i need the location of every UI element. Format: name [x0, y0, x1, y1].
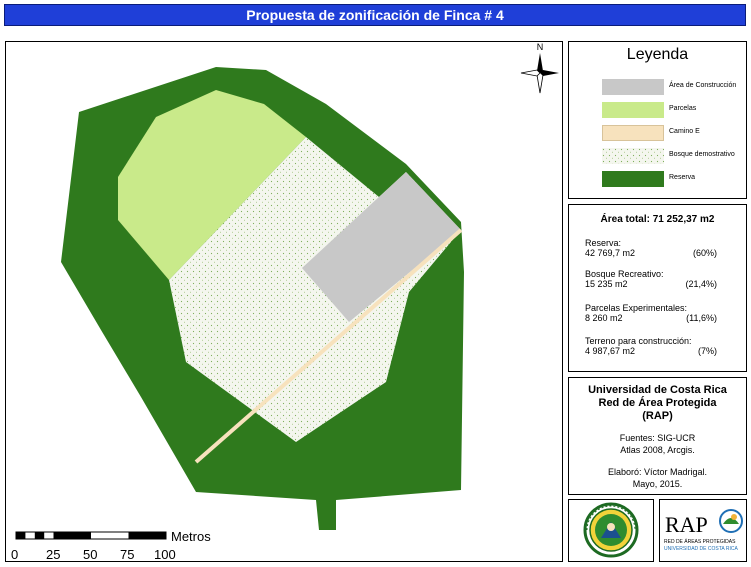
- legend-label: Bosque demostrativo: [669, 151, 735, 158]
- stat-value: 15 235 m2: [585, 279, 628, 289]
- scale-tick-75: 75: [120, 547, 135, 562]
- legend-item-parcels: Parcelas: [602, 102, 742, 118]
- scale-tick-25: 25: [46, 547, 61, 562]
- stat-pct: (60%): [692, 248, 717, 258]
- credits-panel: Universidad de Costa Rica Red de Área Pr…: [568, 377, 747, 495]
- credits-org: Universidad de Costa Rica: [588, 384, 727, 396]
- legend-label: Parcelas: [669, 105, 697, 112]
- scale-unit: Metros: [171, 529, 211, 544]
- legend-swatch: [602, 125, 664, 141]
- legend-swatch: [602, 102, 664, 118]
- rap-emblem-icon: [719, 509, 743, 533]
- legend-panel: Leyenda Área de Construcción Parcelas Ca…: [568, 41, 747, 199]
- scale-tick-100: 100: [154, 547, 176, 562]
- stat-parcels: Parcelas Experimentales: 8 260 m2 (11,6%): [585, 303, 741, 323]
- rap-logo: RAP RED DE ÁREAS PROTEGIDAS UNIVERSIDAD …: [659, 499, 747, 562]
- credits-network: Red de Área Protegida: [598, 397, 717, 409]
- stat-construction: Terreno para construcción: 4 987,67 m2 (7…: [585, 336, 741, 356]
- north-label: N: [537, 42, 544, 52]
- stat-forest: Bosque Recreativo: 15 235 m2 (21,4%): [585, 269, 741, 289]
- legend-item-construction: Área de Construcción: [602, 79, 742, 95]
- stat-value: 4 987,67 m2: [585, 346, 636, 356]
- stat-name: Terreno para construcción:: [585, 336, 692, 346]
- map-frame: N Metros 0 25 50 75 100: [5, 41, 563, 562]
- legend-swatch: [602, 171, 664, 187]
- stat-value: 42 769,7 m2: [585, 248, 636, 258]
- seal-icon: [583, 502, 639, 558]
- legend-item-reserve: Reserva: [602, 171, 742, 187]
- legend-swatch: [602, 148, 664, 164]
- scale-tick-50: 50: [83, 547, 98, 562]
- area-total: Área total: 71 252,37 m2: [600, 214, 715, 225]
- legend-swatch: [602, 79, 664, 95]
- legend-title: Leyenda: [626, 46, 689, 63]
- stat-name: Reserva:: [585, 238, 622, 248]
- credits-author: Elaboró: Víctor Madrigal.: [607, 467, 708, 477]
- legend-item-forest: Bosque demostrativo: [602, 148, 742, 164]
- stat-name: Bosque Recreativo:: [585, 269, 664, 279]
- stat-pct: (21,4%): [685, 279, 717, 289]
- map-title: Propuesta de zonificación de Finca # 4: [4, 4, 746, 26]
- stat-pct: (11,6%): [686, 313, 717, 323]
- stat-value: 8 260 m2: [585, 313, 623, 323]
- credits-atlas: Atlas 2008, Arcgis.: [620, 445, 695, 455]
- area-panel: Área total: 71 252,37 m2 Reserva: 42 769…: [568, 204, 747, 372]
- legend-item-road: Camino E: [602, 125, 742, 141]
- credits-sources: Fuentes: SIG-UCR: [619, 433, 696, 443]
- stat-pct: (7%): [697, 346, 717, 356]
- legend-label: Área de Construcción: [669, 82, 737, 89]
- legend-label: Reserva: [669, 174, 696, 181]
- rap-logo-mark: RAP: [665, 512, 708, 537]
- map-canvas: [61, 67, 464, 530]
- stat-name: Parcelas Experimentales:: [585, 303, 688, 313]
- legend-label: Camino E: [669, 128, 700, 135]
- credits-date: Mayo, 2015.: [632, 479, 683, 489]
- stat-reserve: Reserva: 42 769,7 m2 (60%): [585, 238, 741, 258]
- scale-tick-0: 0: [11, 547, 19, 562]
- north-arrow-icon: N: [520, 42, 559, 94]
- ucr-seal-logo: [568, 499, 654, 562]
- credits-acronym: (RAP): [642, 410, 673, 422]
- rap-logo-line2: UNIVERSIDAD DE COSTA RICA: [664, 546, 738, 552]
- rap-logo-line1: RED DE ÁREAS PROTEGIDAS: [664, 539, 736, 545]
